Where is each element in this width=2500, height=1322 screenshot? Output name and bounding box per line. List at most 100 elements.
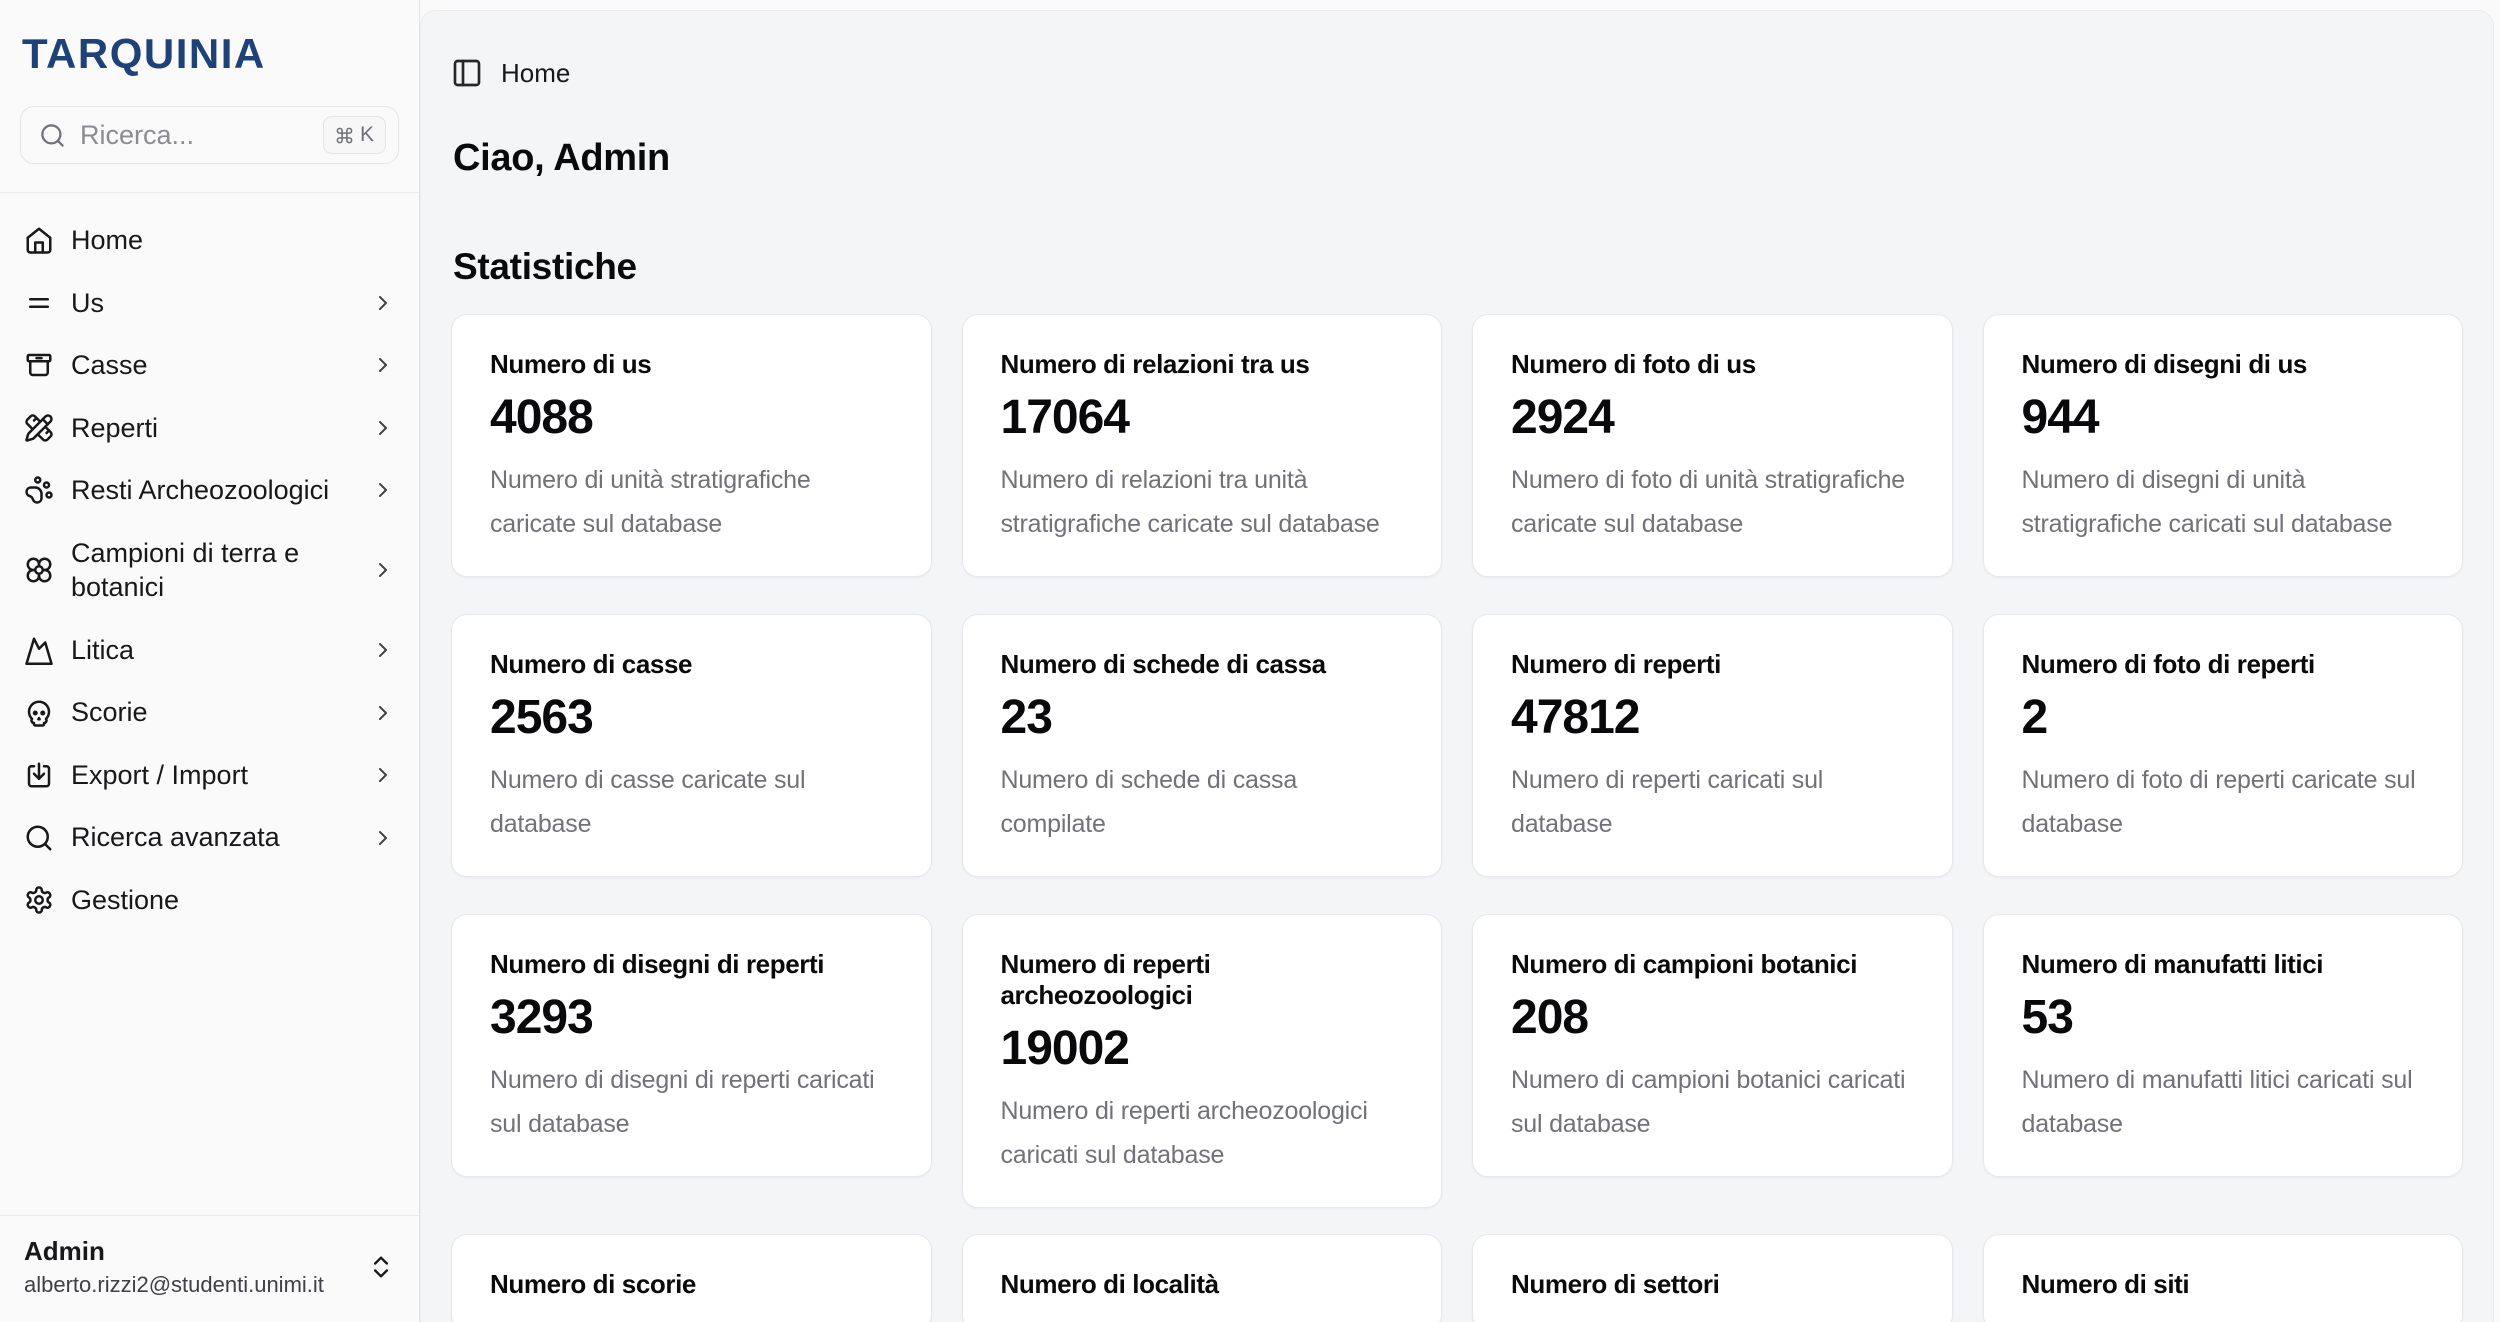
chevron-right-icon xyxy=(371,638,395,662)
stat-card-title: Numero di siti xyxy=(2022,1269,2425,1300)
stat-card-value: 4088 xyxy=(490,392,893,444)
stat-card-description: Numero di foto di unità stratigrafiche c… xyxy=(1511,458,1914,546)
stat-card: Numero di foto di us 2924 Numero di foto… xyxy=(1472,314,1953,577)
sidebar-item-ricerca-avanzata[interactable]: Ricerca avanzata xyxy=(16,810,403,865)
stat-card-description: Numero di disegni di reperti caricati su… xyxy=(490,1058,893,1146)
stat-card-title: Numero di disegni di us xyxy=(2022,349,2425,380)
user-info: Admin alberto.rizzi2@studenti.unimi.it xyxy=(24,1236,355,1298)
sidebar-nav: Home Us Casse Reperti Resti Archeozoolog… xyxy=(0,193,419,1215)
stat-card-description: Numero di reperti caricati sul database xyxy=(1511,758,1914,846)
stat-card-description: Numero di manufatti litici caricati sul … xyxy=(2022,1058,2425,1146)
sidebar-item-label: Ricerca avanzata xyxy=(71,820,354,855)
chevron-right-icon xyxy=(371,291,395,315)
chevron-right-icon xyxy=(371,826,395,850)
sidebar-item-label: Campioni di terra e botanici xyxy=(71,536,354,605)
sidebar-item-scorie[interactable]: Scorie xyxy=(16,685,403,740)
stat-card-value: 19002 xyxy=(1001,1023,1404,1075)
stats-grid: Numero di us 4088 Numero di unità strati… xyxy=(451,314,2463,1322)
stat-card-title: Numero di us xyxy=(490,349,893,380)
gear-icon xyxy=(24,885,54,915)
user-menu[interactable]: Admin alberto.rizzi2@studenti.unimi.it xyxy=(0,1215,419,1322)
chevrons-up-down-icon xyxy=(367,1253,395,1281)
chevron-right-icon xyxy=(371,701,395,725)
search-placeholder: Ricerca... xyxy=(80,120,309,151)
sidebar-item-home[interactable]: Home xyxy=(16,213,403,268)
stat-card: Numero di settori xyxy=(1472,1234,1953,1322)
stat-card-title: Numero di casse xyxy=(490,649,893,680)
skull-icon xyxy=(24,698,54,728)
sidebar-item-us[interactable]: Us xyxy=(16,276,403,331)
user-name: Admin xyxy=(24,1236,355,1267)
sidebar-toggle-button[interactable] xyxy=(451,57,483,89)
stat-card: Numero di reperti archeozoologici 19002 … xyxy=(962,914,1443,1208)
stat-card: Numero di disegni di reperti 3293 Numero… xyxy=(451,914,932,1177)
stat-card-title: Numero di foto di us xyxy=(1511,349,1914,380)
stat-card: Numero di schede di cassa 23 Numero di s… xyxy=(962,614,1443,877)
stat-card-description: Numero di unità stratigrafiche caricate … xyxy=(490,458,893,546)
stat-card-value: 2924 xyxy=(1511,392,1914,444)
search-input[interactable]: Ricerca... K xyxy=(20,106,399,164)
sidebar-item-campioni-di-terra-e-botanici[interactable]: Campioni di terra e botanici xyxy=(16,526,403,615)
stat-card-title: Numero di località xyxy=(1001,1269,1404,1300)
stat-card: Numero di scorie xyxy=(451,1234,932,1322)
sidebar-item-litica[interactable]: Litica xyxy=(16,623,403,678)
breadcrumb: Home xyxy=(451,11,2463,89)
stat-card-value: 3293 xyxy=(490,992,893,1044)
command-icon xyxy=(335,126,354,145)
stat-card-value: 53 xyxy=(2022,992,2425,1044)
breadcrumb-item-home: Home xyxy=(501,58,570,89)
stat-card-description: Numero di schede di cassa compilate xyxy=(1001,758,1404,846)
stat-card-title: Numero di manufatti litici xyxy=(2022,949,2425,980)
stat-card-title: Numero di schede di cassa xyxy=(1001,649,1404,680)
main-panel: Home Ciao, Admin Statistiche Numero di u… xyxy=(420,10,2494,1322)
app-logo[interactable]: TARQUINIA xyxy=(22,30,399,78)
stats-section-title: Statistiche xyxy=(453,246,2463,288)
rows-icon xyxy=(24,288,54,318)
stat-card: Numero di reperti 47812 Numero di repert… xyxy=(1472,614,1953,877)
sidebar-item-label: Reperti xyxy=(71,411,354,446)
stat-card-description: Numero di campioni botanici caricati sul… xyxy=(1511,1058,1914,1146)
home-icon xyxy=(24,225,54,255)
flower-icon xyxy=(24,555,54,585)
stat-card: Numero di casse 2563 Numero di casse car… xyxy=(451,614,932,877)
sidebar-item-label: Scorie xyxy=(71,695,354,730)
chevron-right-icon xyxy=(371,478,395,502)
sidebar-item-label: Resti Archeozoologici xyxy=(71,473,354,508)
stat-card-title: Numero di settori xyxy=(1511,1269,1914,1300)
chevron-right-icon xyxy=(371,558,395,582)
stat-card-title: Numero di relazioni tra us xyxy=(1001,349,1404,380)
search-shortcut-key: K xyxy=(360,123,374,147)
sidebar-item-label: Us xyxy=(71,286,354,321)
paw-print-icon xyxy=(24,475,54,505)
main-area: Home Ciao, Admin Statistiche Numero di u… xyxy=(420,0,2500,1322)
sidebar-item-resti-archeozoologici[interactable]: Resti Archeozoologici xyxy=(16,463,403,518)
sidebar-item-label: Litica xyxy=(71,633,354,668)
archive-box-icon xyxy=(24,350,54,380)
sidebar-item-gestione[interactable]: Gestione xyxy=(16,873,403,928)
mountain-icon xyxy=(24,635,54,665)
sidebar-item-label: Gestione xyxy=(71,883,395,918)
stat-card-description: Numero di foto di reperti caricate sul d… xyxy=(2022,758,2425,846)
search-shortcut-badge: K xyxy=(323,116,386,154)
app-root: TARQUINIA Ricerca... K Home Us Casse Rep… xyxy=(0,0,2500,1322)
sidebar-item-reperti[interactable]: Reperti xyxy=(16,401,403,456)
stat-card-description: Numero di disegni di unità stratigrafich… xyxy=(2022,458,2425,546)
stat-card: Numero di us 4088 Numero di unità strati… xyxy=(451,314,932,577)
stat-card-value: 208 xyxy=(1511,992,1914,1044)
stat-card-value: 2 xyxy=(2022,692,2425,744)
sidebar: TARQUINIA Ricerca... K Home Us Casse Rep… xyxy=(0,0,420,1322)
stat-card-title: Numero di foto di reperti xyxy=(2022,649,2425,680)
sidebar-item-label: Casse xyxy=(71,348,354,383)
search-icon xyxy=(39,122,66,149)
stat-card-title: Numero di campioni botanici xyxy=(1511,949,1914,980)
search-icon xyxy=(24,823,54,853)
stat-card-description: Numero di relazioni tra unità stratigraf… xyxy=(1001,458,1404,546)
sidebar-item-casse[interactable]: Casse xyxy=(16,338,403,393)
stat-card-title: Numero di disegni di reperti xyxy=(490,949,893,980)
sidebar-item-label: Home xyxy=(71,223,395,258)
crossed-tools-icon xyxy=(24,413,54,443)
sidebar-item-export-import[interactable]: Export / Import xyxy=(16,748,403,803)
stat-card-value: 47812 xyxy=(1511,692,1914,744)
stat-card: Numero di località xyxy=(962,1234,1443,1322)
stat-card-description: Numero di casse caricate sul database xyxy=(490,758,893,846)
